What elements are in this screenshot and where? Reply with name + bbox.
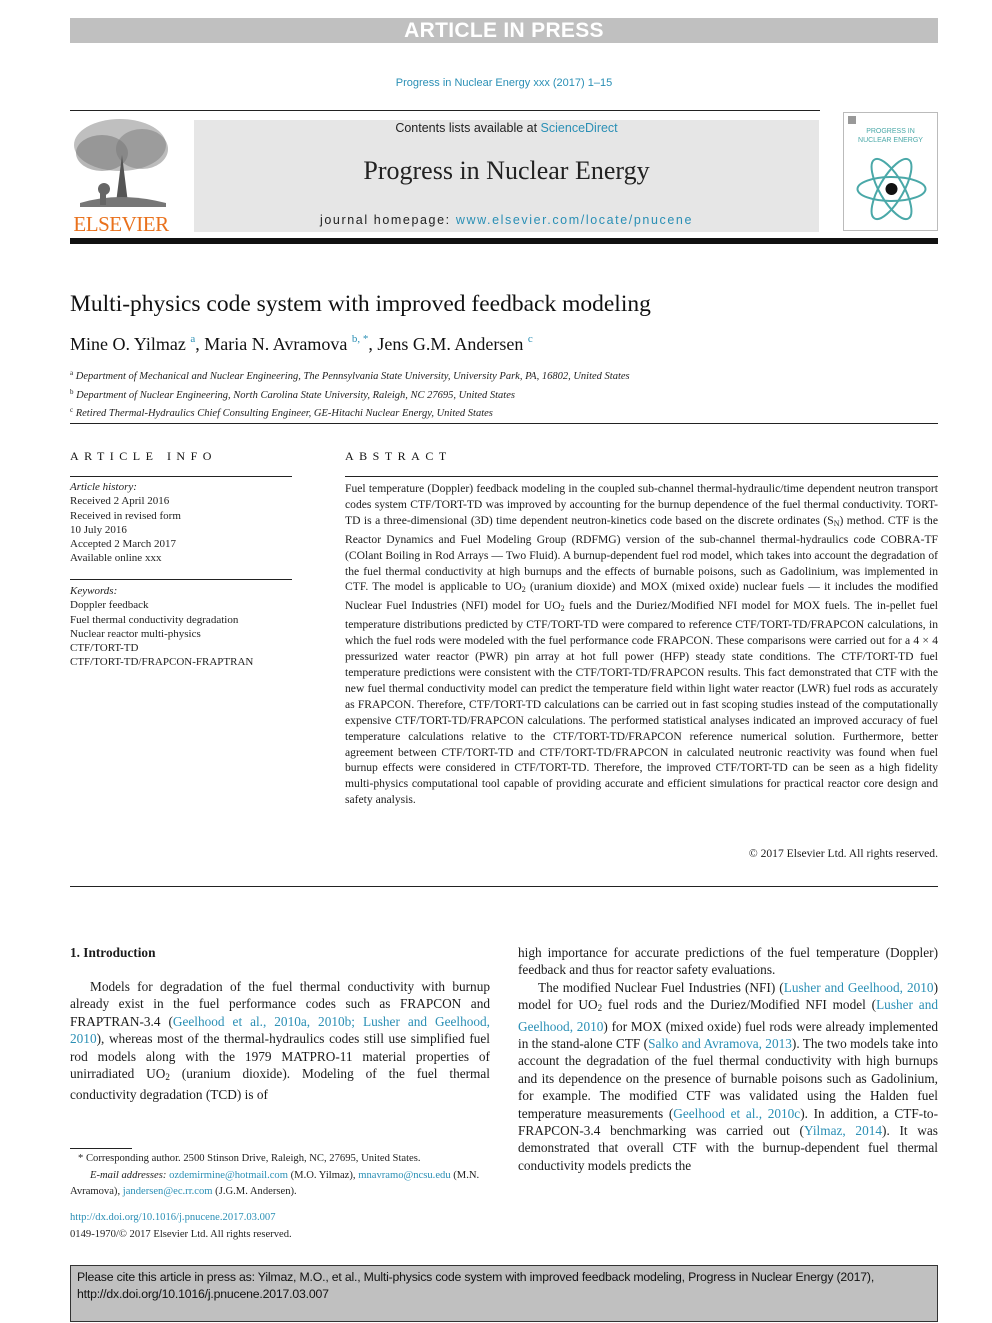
citation-notice-box: Please cite this article in press as: Yi… (70, 1265, 938, 1322)
journal-homepage: journal homepage: www.elsevier.com/locat… (194, 213, 819, 227)
elsevier-logo[interactable]: ELSEVIER (70, 115, 172, 236)
keyword-item: Nuclear reactor multi-physics (70, 627, 201, 640)
homepage-prefix: journal homepage: (319, 213, 456, 227)
citation-link[interactable]: Yilmaz, 2014 (804, 1123, 882, 1138)
journal-reference-link[interactable]: Progress in Nuclear Energy xxx (2017) 1–… (70, 77, 938, 89)
email-label: E-mail addresses: (90, 1169, 167, 1181)
author-name[interactable]: Jens G.M. Andersen (377, 334, 523, 354)
section-heading-introduction: 1. Introduction (70, 945, 156, 960)
issn-copyright: 0149-1970/© 2017 Elsevier Ltd. All right… (70, 1228, 292, 1240)
doi-block: http://dx.doi.org/10.1016/j.pnucene.2017… (70, 1210, 292, 1243)
affiliation-marker: c (70, 406, 74, 414)
history-item: Available online xxx (70, 552, 162, 565)
body-text: fuel rods and the Duriez/Modified NFI mo… (602, 997, 877, 1013)
elsevier-wordmark: ELSEVIER (73, 212, 169, 236)
affiliation: c Retired Thermal-Hydraulics Chief Consu… (70, 403, 630, 422)
intro-right-column: high importance for accurate predictions… (518, 944, 938, 1174)
body-text: The modified Nuclear Fuel Industries (NF… (538, 979, 784, 995)
article-in-press-banner: ARTICLE IN PRESS (70, 18, 938, 43)
affiliation-marker: a (70, 369, 74, 377)
article-info-heading: ARTICLE INFO (70, 449, 217, 463)
author-list: Mine O. Yilmaz a, Maria N. Avramova b, *… (70, 333, 533, 354)
body-text: high importance for accurate predictions… (518, 945, 938, 978)
author-affiliation-marker[interactable]: a (190, 333, 195, 345)
email-link[interactable]: ozdemirmine@hotmail.com (169, 1170, 288, 1181)
contents-line: Contents lists available at ScienceDirec… (194, 121, 819, 135)
keywords: Keywords: Doppler feedback Fuel thermal … (70, 584, 253, 670)
keyword-item: Doppler feedback (70, 599, 149, 612)
history-item: Received 2 April 2016 (70, 495, 170, 508)
affiliation-text: Retired Thermal-Hydraulics Chief Consult… (75, 408, 493, 419)
affiliation-marker: b (70, 387, 74, 396)
abstract-body: Fuel temperature (Doppler) feedback mode… (345, 481, 938, 808)
header-top-rule (70, 110, 820, 111)
article-info-rule (70, 476, 292, 477)
footnote-marker: * (78, 1153, 84, 1164)
author-name[interactable]: Mine O. Yilmaz (70, 334, 186, 354)
footnote: * Corresponding author. 2500 Stinson Dri… (70, 1151, 490, 1201)
journal-masthead: Contents lists available at ScienceDirec… (194, 120, 819, 232)
journal-cover-thumbnail[interactable]: PROGRESS IN NUCLEAR ENERGY (843, 112, 938, 231)
citation-link[interactable]: Geelhood et al., 2010c (673, 1106, 800, 1121)
cover-title: PROGRESS IN NUCLEAR ENERGY (844, 127, 937, 145)
corresponding-author-text: Corresponding author. 2500 Stinson Drive… (85, 1153, 421, 1164)
article-history: Article history: Received 2 April 2016 R… (70, 480, 181, 566)
doi-link[interactable]: http://dx.doi.org/10.1016/j.pnucene.2017… (70, 1212, 276, 1223)
corresponding-author-note: * Corresponding author. 2500 Stinson Dri… (70, 1151, 490, 1168)
author-affiliation-marker[interactable]: c (528, 333, 533, 345)
affiliation-text: Department of Mechanical and Nuclear Eng… (75, 371, 630, 382)
citation-link[interactable]: Salko and Avramova, 2013 (648, 1036, 792, 1051)
body-paragraph: The modified Nuclear Fuel Industries (NF… (518, 979, 938, 1174)
header-bottom-rule (70, 238, 938, 244)
affiliation-text: Department of Nuclear Engineering, North… (76, 389, 515, 401)
abstract-text-4: fuels and the Duriez/Modified NFI model … (345, 599, 939, 807)
email-owner: (J.G.M. Andersen). (212, 1186, 297, 1197)
keyword-item: Fuel thermal conductivity degradation (70, 613, 239, 626)
elsevier-tree-icon (70, 115, 172, 210)
journal-title: Progress in Nuclear Energy (363, 156, 650, 185)
affiliation: b Department of Nuclear Engineering, Nor… (70, 385, 630, 404)
abstract-copyright: © 2017 Elsevier Ltd. All rights reserved… (748, 847, 938, 860)
homepage-link[interactable]: www.elsevier.com/locate/pnucene (456, 213, 693, 227)
contents-prefix: Contents lists available at (395, 121, 541, 135)
article-title: Multi-physics code system with improved … (70, 291, 651, 317)
keyword-item: CTF/TORT-TD (70, 642, 139, 655)
sciencedirect-link[interactable]: ScienceDirect (541, 121, 618, 135)
history-item: 10 July 2016 (70, 523, 127, 536)
intro-left-column: Models for degradation of the fuel therm… (70, 978, 490, 1104)
cover-publisher-mark-icon (848, 116, 856, 124)
email-owner: (M.O. Yilmaz), (287, 1169, 359, 1181)
history-item: Received in revised form (70, 509, 181, 522)
abstract-end-rule (70, 886, 938, 887)
abstract-rule (345, 476, 938, 477)
affiliations: a Department of Mechanical and Nuclear E… (70, 366, 630, 422)
citation-link[interactable]: Lusher and Geelhood, 2010 (784, 980, 934, 995)
email-link[interactable]: jandersen@ec.rr.com (123, 1186, 213, 1197)
keyword-item: CTF/TORT-TD/FRAPCON-FRAPTRAN (70, 656, 254, 669)
affiliation: a Department of Mechanical and Nuclear E… (70, 366, 630, 385)
atom-icon (856, 157, 927, 221)
article-history-label: Article history: (70, 481, 137, 493)
cover-title-line2: NUCLEAR ENERGY (858, 137, 923, 144)
email-link[interactable]: mnavramo@ncsu.edu (358, 1170, 450, 1181)
keywords-rule (70, 579, 292, 580)
email-addresses: E-mail addresses: ozdemirmine@hotmail.co… (70, 1168, 490, 1201)
author-name[interactable]: Maria N. Avramova (204, 334, 347, 354)
author-affiliation-marker[interactable]: b, * (352, 333, 369, 345)
footnote-rule (70, 1148, 132, 1149)
cover-title-line1: PROGRESS IN (866, 128, 915, 135)
section-divider (70, 423, 938, 424)
abstract-heading: ABSTRACT (345, 449, 452, 463)
keywords-label: Keywords: (70, 585, 118, 597)
history-item: Accepted 2 March 2017 (70, 538, 176, 551)
